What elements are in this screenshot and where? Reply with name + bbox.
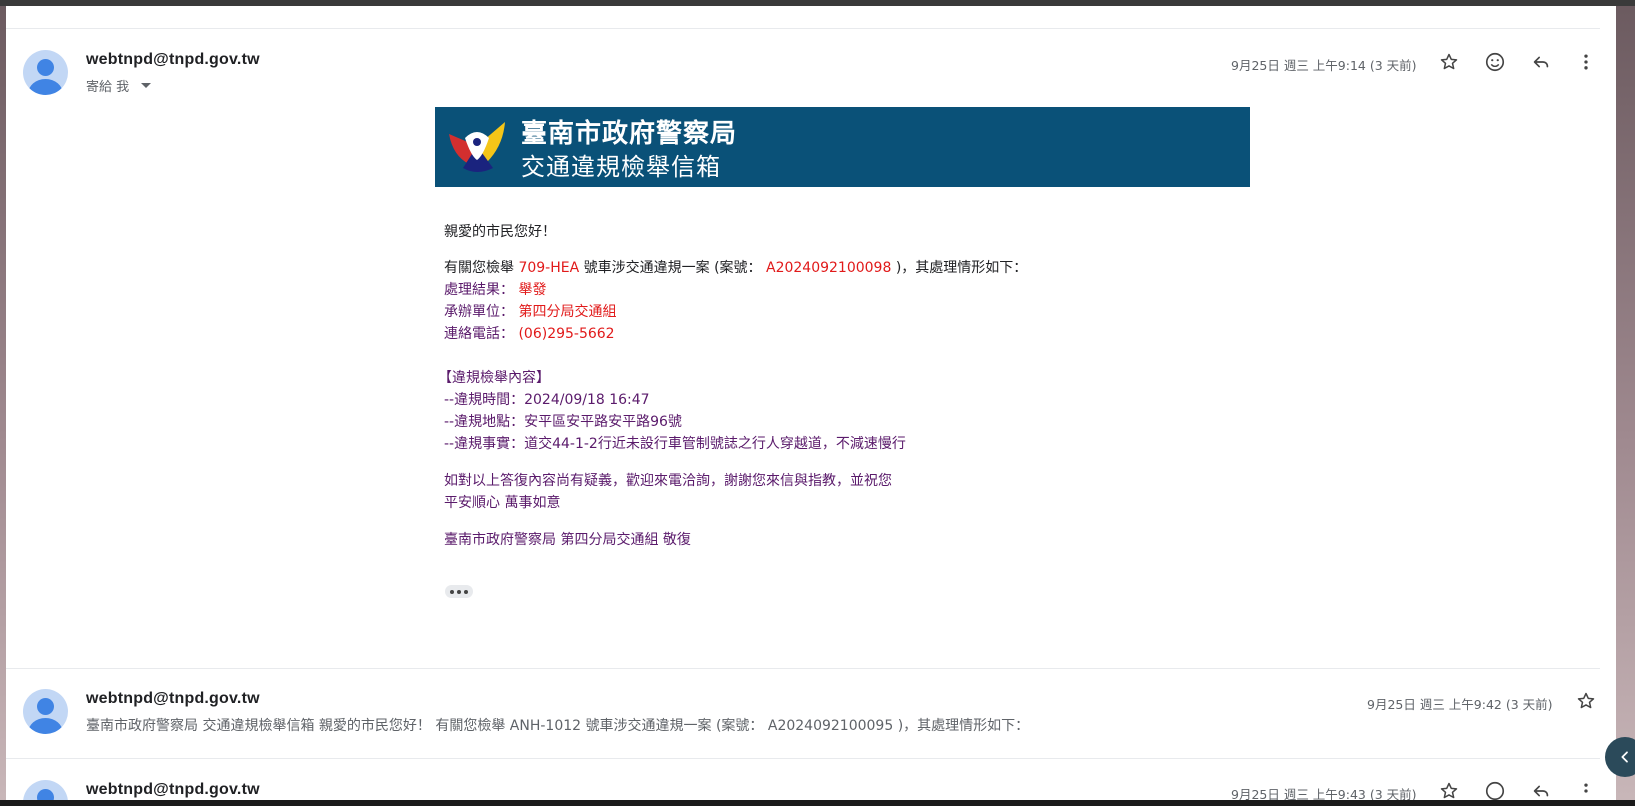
emoji-icon <box>1485 52 1505 72</box>
email-thread-panel: webtnpd@tnpd.gov.tw 寄給 我 9月25日 週三 上午9:14… <box>6 6 1616 800</box>
message-date: 9月25日 週三 上午9:42 (3 天前) <box>1367 697 1553 712</box>
phone-value: (06)295-5662 <box>518 326 615 342</box>
star-button[interactable] <box>1572 687 1600 715</box>
more-options-button[interactable] <box>1572 48 1600 76</box>
email-banner: 臺南市政府警察局 交通違規檢舉信箱 <box>435 107 1250 187</box>
violation-fact: --違規事實：道交44-1-2行近未設行車管制號誌之行人穿越道，不減速慢行 <box>444 436 906 452</box>
reply-icon <box>1533 785 1549 797</box>
greeting: 親愛的市民您好！ <box>444 224 556 240</box>
chevron-left-icon <box>1621 751 1628 763</box>
divider <box>6 28 1600 29</box>
plate-number: 709-HEA <box>518 260 580 276</box>
violation-time: --違規時間：2024/09/18 16:47 <box>444 392 650 408</box>
phone-line: 連絡電話： (06)295-5662 <box>444 324 615 344</box>
phone-label: 連絡電話： <box>444 326 514 342</box>
police-logo <box>449 122 505 172</box>
banner-title: 臺南市政府警察局 <box>521 119 738 149</box>
divider <box>6 758 1600 759</box>
avatar[interactable] <box>23 50 68 95</box>
message-date: 9月25日 週三 上午9:14 (3 天前) <box>1231 58 1417 73</box>
message-date: 9月25日 週三 上午9:43 (3 天前) <box>1231 787 1417 800</box>
unit-label: 承辦單位： <box>444 304 514 320</box>
message-snippet[interactable]: 臺南市政府警察局 交通違規檢舉信箱 親愛的市民您好！ 有關您檢舉 ANH-101… <box>86 715 1029 735</box>
result-line: 處理結果： 舉發 <box>444 280 546 300</box>
avatar[interactable] <box>23 780 68 800</box>
closing-line-2: 平安順心 萬事如意 <box>444 495 561 511</box>
unit-line: 承辦單位： 第四分局交通組 <box>444 302 616 322</box>
intro-line: 有關您檢舉 709-HEA 號車涉交通違規一案 (案號： A2024092100… <box>444 258 1027 278</box>
divider <box>6 668 1600 669</box>
section-title: 【違規檢舉內容】 <box>438 370 550 386</box>
show-trimmed-content-button[interactable] <box>445 585 473 598</box>
recipient-label: 寄給 我 <box>86 80 130 95</box>
closing-line-1: 如對以上答復內容尚有疑義，歡迎來電洽詢，謝謝您來信與指教，並祝您 <box>444 473 892 489</box>
recipient-details-toggle[interactable]: 寄給 我 <box>86 76 152 95</box>
result-label: 處理結果： <box>444 282 514 298</box>
star-icon <box>1577 692 1595 709</box>
more-vert-icon <box>1584 783 1588 793</box>
more-vert-icon <box>1584 54 1588 70</box>
window-bottom-edge <box>0 800 1635 806</box>
intro-text-3: )，其處理情形如下： <box>891 260 1028 276</box>
star-button[interactable] <box>1435 777 1463 800</box>
chevron-down-icon <box>141 83 152 88</box>
star-button[interactable] <box>1435 48 1463 76</box>
intro-text-2: 號車涉交通違規一案 (案號： <box>579 260 766 276</box>
sender-email[interactable]: webtnpd@tnpd.gov.tw <box>86 781 260 799</box>
emoji-reaction-button[interactable] <box>1481 48 1509 76</box>
star-icon <box>1440 53 1458 70</box>
emoji-icon <box>1485 781 1505 800</box>
reply-icon <box>1533 56 1549 68</box>
unit-value: 第四分局交通組 <box>518 304 617 320</box>
emoji-reaction-button[interactable] <box>1481 777 1509 800</box>
case-number: A2024092100098 <box>766 260 892 276</box>
more-options-button[interactable] <box>1572 777 1600 800</box>
result-value: 舉發 <box>518 282 547 298</box>
violation-place: --違規地點：安平區安平路安平路96號 <box>444 414 682 430</box>
banner-subtitle: 交通違規檢舉信箱 <box>521 153 721 181</box>
sender-email[interactable]: webtnpd@tnpd.gov.tw <box>86 51 260 69</box>
intro-text-1: 有關您檢舉 <box>444 260 519 276</box>
reply-button[interactable] <box>1527 777 1555 800</box>
avatar[interactable] <box>23 689 68 734</box>
reply-button[interactable] <box>1527 48 1555 76</box>
signature: 臺南市政府警察局 第四分局交通組 敬復 <box>444 532 691 548</box>
sender-email[interactable]: webtnpd@tnpd.gov.tw <box>86 690 260 708</box>
star-icon <box>1440 782 1458 799</box>
